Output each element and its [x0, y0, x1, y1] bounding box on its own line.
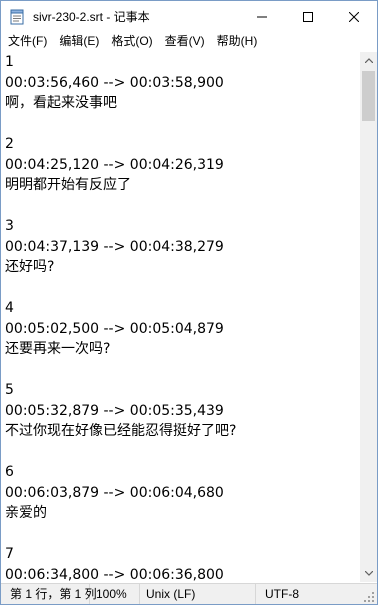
text-line: 00:03:56,460 --> 00:03:58,900	[5, 74, 224, 91]
menu-help[interactable]: 帮助(H)	[211, 32, 264, 51]
text-line	[1, 114, 360, 135]
vertical-scrollbar[interactable]	[360, 52, 377, 582]
text-line: 4	[5, 300, 14, 316]
text-line	[1, 442, 360, 463]
text-line: 00:04:37,139 --> 00:04:38,279	[5, 238, 224, 255]
text-line: 不过你现在好像已经能忍得挺好了吧?	[5, 423, 237, 439]
resize-grip-icon[interactable]	[364, 592, 375, 603]
text-line: 1	[5, 54, 14, 70]
text-line: 啊，看起来没事吧	[5, 95, 117, 111]
text-line: 还要再来一次吗?	[5, 341, 111, 357]
close-icon	[349, 11, 359, 22]
text-line: 还好吗?	[5, 259, 55, 275]
text-editor[interactable]: 1 00:03:56,460 --> 00:03:58,900 啊，看起来没事吧…	[1, 52, 360, 582]
menu-format[interactable]: 格式(O)	[105, 32, 158, 51]
scroll-up-button[interactable]	[360, 52, 377, 69]
text-line: 00:05:32,879 --> 00:05:35,439	[5, 402, 224, 419]
close-button[interactable]	[331, 1, 377, 32]
text-line: 00:06:03,879 --> 00:06:04,680	[5, 484, 224, 501]
text-line: 00:04:25,120 --> 00:04:26,319	[5, 156, 224, 173]
text-line: 3	[5, 218, 14, 234]
text-line	[1, 524, 360, 545]
text-line: 00:05:02,500 --> 00:05:04,879	[5, 320, 224, 337]
status-bar: 第 1 行，第 1 列 100% Unix (LF) UTF-8	[1, 583, 377, 604]
menu-file[interactable]: 文件(F)	[1, 32, 53, 51]
minimize-button[interactable]	[239, 1, 285, 32]
text-line: 明明都开始有反应了	[5, 177, 131, 193]
line-ending: Unix (LF)	[140, 584, 256, 604]
scroll-down-button[interactable]	[360, 565, 377, 582]
text-line: 7	[5, 546, 14, 562]
text-line: 2	[5, 136, 14, 152]
encoding: UTF-8	[265, 587, 299, 601]
window-title: sivr-230-2.srt - 记事本	[33, 10, 150, 24]
maximize-button[interactable]	[285, 1, 331, 32]
text-line	[1, 278, 360, 299]
menu-view[interactable]: 查看(V)	[159, 32, 211, 51]
text-line: 亲爱的	[5, 505, 47, 521]
cursor-position: 第 1 行，第 1 列	[1, 584, 97, 604]
caption-buttons	[239, 1, 377, 32]
minimize-icon	[257, 16, 267, 17]
menu-bar: 文件(F) 编辑(E) 格式(O) 查看(V) 帮助(H)	[1, 32, 377, 51]
text-line: 00:06:34,800 --> 00:06:36,800	[5, 566, 224, 583]
chevron-down-icon	[364, 571, 373, 576]
notepad-window: sivr-230-2.srt - 记事本 文件(F) 编辑(E) 格式(O) 查…	[0, 0, 378, 605]
title-bar[interactable]: sivr-230-2.srt - 记事本	[1, 1, 377, 32]
text-line	[1, 196, 360, 217]
chevron-up-icon	[364, 58, 373, 63]
menu-edit[interactable]: 编辑(E)	[53, 32, 105, 51]
text-line	[1, 360, 360, 381]
text-line: 6	[5, 464, 14, 480]
notepad-icon[interactable]	[9, 9, 25, 25]
scrollbar-thumb[interactable]	[362, 71, 375, 121]
text-line: 5	[5, 382, 14, 398]
maximize-icon	[303, 11, 313, 22]
zoom-level: 100%	[90, 584, 140, 604]
